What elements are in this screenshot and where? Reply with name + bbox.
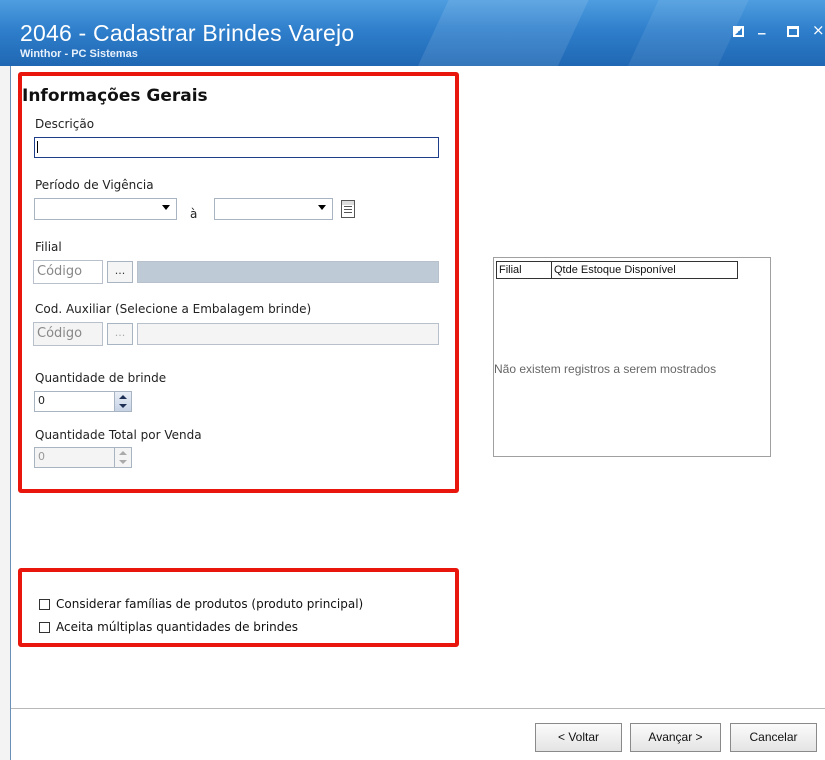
next-button[interactable]: Avançar > [630, 723, 721, 752]
grid-header: Filial Qtde Estoque Disponível [496, 261, 738, 279]
stepper-buttons[interactable] [114, 392, 131, 411]
footer-separator [11, 708, 825, 709]
checkbox-label: Considerar famílias de produtos (produto… [56, 597, 364, 611]
maximize-button[interactable] [787, 26, 799, 37]
filial-lookup-button[interactable]: ... [107, 261, 133, 283]
window-titlebar: 2046 - Cadastrar Brindes Varejo Winthor … [0, 0, 825, 66]
checkbox[interactable] [39, 598, 50, 610]
qtd-brinde-label: Quantidade de brinde [35, 371, 167, 385]
filial-label: Filial [35, 240, 62, 254]
cancel-button[interactable]: Cancelar [730, 723, 817, 752]
calendar-icon[interactable] [341, 200, 355, 218]
option-multiple-quantities[interactable]: Aceita múltiplas quantidades de brindes [39, 620, 298, 634]
filial-code-input[interactable]: Código [33, 260, 103, 284]
stepper-buttons[interactable] [114, 448, 131, 467]
minimize-button[interactable]: _ [758, 18, 766, 34]
periodo-separator: à [190, 207, 198, 221]
grid-column-filial[interactable]: Filial [497, 262, 552, 278]
option-consider-families[interactable]: Considerar famílias de produtos (produto… [39, 597, 363, 611]
titlebar-shine [402, 0, 598, 66]
stock-grid[interactable]: Filial Qtde Estoque Disponível Não exist… [493, 257, 771, 457]
qtd-total-label: Quantidade Total por Venda [35, 428, 202, 442]
periodo-label: Período de Vigência [35, 178, 154, 192]
decrement-icon[interactable] [119, 404, 127, 408]
window-title: 2046 - Cadastrar Brindes Varejo [20, 20, 355, 46]
chevron-down-icon[interactable] [318, 205, 326, 210]
cod-aux-label: Cod. Auxiliar (Selecione a Embalagem bri… [35, 302, 312, 316]
increment-icon[interactable] [119, 395, 127, 399]
cod-aux-code-input[interactable]: Código [33, 322, 103, 346]
window-left-border [0, 66, 11, 760]
checkbox[interactable] [39, 621, 50, 633]
filial-description-field [137, 261, 439, 283]
descricao-input[interactable] [34, 137, 439, 158]
window-subtitle: Winthor - PC Sistemas [20, 48, 138, 60]
section-title: Informações Gerais [22, 86, 208, 106]
decrement-icon[interactable] [119, 460, 127, 464]
close-button[interactable]: × [812, 22, 825, 38]
grid-empty-message: Não existem registros a serem mostrados [494, 362, 717, 376]
restore-icon[interactable] [733, 26, 744, 37]
increment-icon[interactable] [119, 451, 127, 455]
chevron-down-icon[interactable] [162, 205, 170, 210]
qtd-brinde-stepper[interactable]: 0 [34, 391, 132, 412]
cod-aux-description-field [137, 323, 439, 345]
qtd-brinde-value: 0 [38, 394, 45, 407]
periodo-start-combo[interactable] [34, 198, 177, 220]
cod-aux-lookup-button[interactable]: ... [107, 323, 133, 345]
periodo-end-combo[interactable] [214, 198, 333, 220]
qtd-total-value: 0 [38, 450, 45, 463]
text-caret [37, 141, 38, 153]
back-button[interactable]: < Voltar [535, 723, 622, 752]
qtd-total-stepper[interactable]: 0 [34, 447, 132, 468]
descricao-label: Descrição [35, 117, 95, 131]
checkbox-label: Aceita múltiplas quantidades de brindes [56, 620, 299, 634]
grid-column-estoque[interactable]: Qtde Estoque Disponível [552, 262, 737, 278]
